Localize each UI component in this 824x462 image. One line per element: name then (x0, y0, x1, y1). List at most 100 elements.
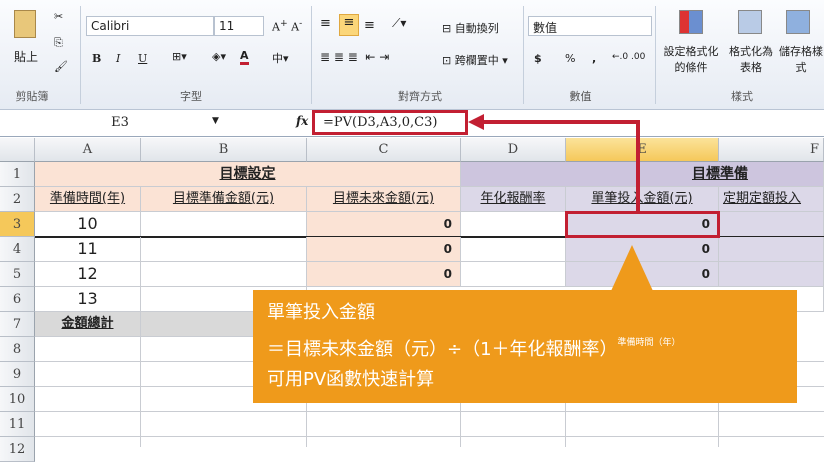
align-left-icon[interactable]: ≣ ≣ ≣ ⇤ ⇥ (320, 50, 389, 64)
merge-center-button[interactable]: ⊡ 跨欄置中 ▾ (442, 52, 508, 68)
row-header-12[interactable]: 12 (0, 437, 35, 462)
alignment-group-label: 對齊方式 (398, 90, 442, 103)
cell-b5[interactable] (141, 262, 307, 287)
format-table-icon[interactable] (738, 10, 762, 34)
grow-font-icon[interactable]: A+ A- (272, 18, 302, 34)
cell-a7-total-label[interactable]: 金額總計 (35, 312, 141, 337)
cell-a6[interactable]: 13 (35, 287, 141, 312)
name-box-dropdown-icon[interactable]: ▼ (212, 116, 219, 126)
cell-f3[interactable] (719, 212, 824, 237)
ribbon: 貼上 ✂ ⎘ 🖌 剪貼簿 Calibri 11 A+ A- B I U ⊞▾ ◈… (0, 0, 824, 110)
cell-styles-icon[interactable] (786, 10, 810, 34)
row-header-2[interactable]: 2 (0, 187, 35, 212)
column-header-f[interactable]: F (719, 138, 824, 162)
row-header-10[interactable]: 10 (0, 387, 35, 412)
cell-a4[interactable]: 11 (35, 237, 141, 262)
cell-a5[interactable]: 12 (35, 262, 141, 287)
column-header-c[interactable]: C (307, 138, 461, 162)
cell-b3[interactable] (141, 212, 307, 237)
row-header-4[interactable]: 4 (0, 237, 35, 262)
cell-d3[interactable] (461, 212, 566, 237)
selected-cell-highlight (565, 211, 720, 238)
bold-button[interactable]: B (92, 52, 101, 65)
cell-d4[interactable] (461, 237, 566, 262)
column-header-b[interactable]: B (141, 138, 307, 162)
cell-a3[interactable]: 10 (35, 212, 141, 237)
cell-b4[interactable] (141, 237, 307, 262)
row-header-7[interactable]: 7 (0, 312, 35, 337)
decimal-icon[interactable]: ←.0 .00 (612, 52, 645, 62)
phonetic-icon[interactable]: 中▾ (272, 50, 289, 66)
format-table-button[interactable]: 格式化為表格 (726, 44, 776, 76)
arrow-line-horizontal (480, 120, 640, 124)
row-header-8[interactable]: 8 (0, 337, 35, 362)
copy-icon[interactable]: ⎘ (54, 36, 63, 50)
paste-icon[interactable] (14, 10, 36, 38)
cell-c4[interactable]: 0 (307, 237, 461, 262)
header-lump-sum[interactable]: 單筆投入金額(元) (566, 187, 719, 212)
callout-box: 單筆投入金額 ＝目標未來金額（元）÷（1＋年化報酬率）準備時間（年） 可用PV函… (253, 290, 797, 403)
header-periodic[interactable]: 定期定額投入 (719, 187, 824, 212)
select-all-corner[interactable] (0, 138, 35, 162)
clipboard-group-label: 剪貼簿 (15, 90, 49, 103)
fx-icon[interactable]: fx (296, 114, 308, 128)
format-painter-icon[interactable]: 🖌 (54, 60, 68, 73)
cell-styles-button[interactable]: 儲存格樣式 (778, 44, 824, 76)
callout-note: 可用PV函數快速計算 (267, 369, 435, 390)
formula-input[interactable]: =PV(D3,A3,0,C3) (312, 110, 468, 135)
callout-formula: ＝目標未來金額（元）÷（1＋年化報酬率）準備時間（年） (267, 328, 783, 365)
merge-center-label: 跨欄置中 (454, 54, 499, 67)
row-header-9[interactable]: 9 (0, 362, 35, 387)
font-name-select[interactable]: Calibri (86, 16, 214, 36)
arrow-head-icon (468, 114, 484, 130)
cell-f4[interactable] (719, 237, 824, 262)
row-header-5[interactable]: 5 (0, 262, 35, 287)
align-top-icon[interactable]: ≡ (320, 16, 331, 31)
number-format-select[interactable]: 數值 (528, 16, 652, 36)
callout-pointer (611, 245, 653, 291)
percent-button[interactable]: % (565, 52, 575, 65)
callout-exponent: 準備時間（年） (617, 338, 681, 348)
row-header-1[interactable]: 1 (0, 162, 35, 187)
group-header-target-prep[interactable]: 目標準備 (461, 162, 824, 187)
header-prep-time[interactable]: 準備時間(年) (35, 187, 141, 212)
name-box[interactable]: E3 (0, 112, 240, 134)
column-header-d[interactable]: D (461, 138, 566, 162)
cell-c5[interactable]: 0 (307, 262, 461, 287)
border-icon[interactable]: ⊞▾ (172, 50, 187, 63)
column-header-e[interactable]: E (566, 138, 719, 162)
arrow-line-vertical (636, 120, 640, 212)
italic-button[interactable]: I (116, 52, 120, 65)
wrap-text-button[interactable]: ⊟ 自動換列 (442, 20, 499, 36)
font-size-select[interactable]: 11 (214, 16, 264, 36)
row-header-3[interactable]: 3 (0, 212, 35, 237)
cell-c3[interactable]: 0 (307, 212, 461, 237)
number-group-label: 數值 (569, 90, 592, 103)
align-bottom-icon[interactable]: ≡ (364, 18, 375, 33)
styles-group-label: 樣式 (731, 90, 753, 103)
comma-button[interactable]: , (592, 52, 596, 65)
orientation-icon[interactable]: ⟋▾ (392, 16, 406, 31)
cell-d5[interactable] (461, 262, 566, 287)
font-group-label: 字型 (180, 90, 202, 103)
align-middle-icon[interactable]: ≡ (339, 14, 359, 36)
row-header-6[interactable]: 6 (0, 287, 35, 312)
paste-button[interactable]: 貼上 (14, 48, 38, 65)
column-header-a[interactable]: A (35, 138, 141, 162)
font-color-icon[interactable]: A (240, 49, 249, 65)
currency-button[interactable]: $ (534, 52, 542, 65)
conditional-format-button[interactable]: 設定格式化的條件 (660, 44, 722, 76)
callout-formula-text: ＝目標未來金額（元）÷（1＋年化報酬率） (267, 339, 618, 360)
underline-button[interactable]: U (138, 52, 147, 65)
callout-title: 單筆投入金額 (267, 302, 375, 323)
header-target-prep-amount[interactable]: 目標準備金額(元) (141, 187, 307, 212)
header-target-future-amount[interactable]: 目標未來金額(元) (307, 187, 461, 212)
cut-icon[interactable]: ✂ (54, 10, 63, 23)
header-annual-return[interactable]: 年化報酬率 (461, 187, 566, 212)
group-header-target-setting[interactable]: 目標設定 (35, 162, 461, 187)
conditional-format-icon[interactable] (679, 10, 703, 34)
wrap-text-label: 自動換列 (454, 22, 499, 35)
fill-color-icon[interactable]: ◈▾ (212, 50, 226, 63)
row-header-11[interactable]: 11 (0, 412, 35, 437)
cell-f5[interactable] (719, 262, 824, 287)
